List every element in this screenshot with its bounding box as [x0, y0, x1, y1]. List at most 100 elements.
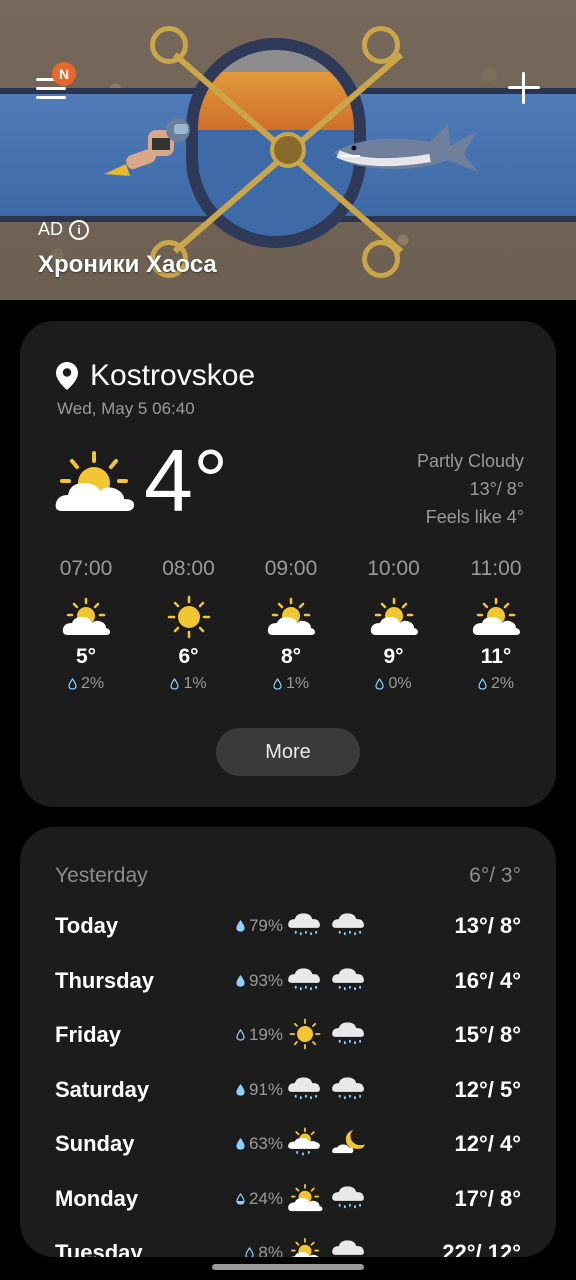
rain-chance: 91%	[248, 1079, 283, 1099]
rain-chance: 24%	[248, 1188, 283, 1208]
hour-rain: 2%	[56, 675, 116, 693]
rain-chance: 1%	[285, 675, 310, 692]
hour-temp: 9°	[383, 645, 404, 668]
info-icon[interactable]: i	[69, 219, 90, 240]
day-rain: 79%	[213, 916, 283, 936]
raindrop-icon	[236, 1138, 245, 1150]
day-temps: 15°/ 8°	[454, 1022, 521, 1047]
day-name: Sunday	[55, 1131, 135, 1156]
day-temps: 17°/ 8°	[454, 1185, 521, 1211]
daily-row[interactable]: Monday 24% 17°/ 8°	[55, 1180, 521, 1220]
current-datetime: Wed, May 5 06:40	[57, 399, 195, 418]
rain-chance: 19%	[248, 1025, 283, 1044]
location: Kostrovskoe	[56, 359, 255, 393]
ad-art-ring	[362, 26, 400, 64]
more-button[interactable]: More	[216, 728, 360, 776]
rain-chance: 93%	[248, 970, 283, 990]
day-rain: 91%	[213, 1080, 283, 1100]
home-indicator[interactable]	[212, 1264, 364, 1270]
raindrop-icon	[236, 1192, 245, 1205]
condition-text: Partly Cloudy	[416, 451, 524, 471]
day-temps: 12°/ 4°	[454, 1131, 521, 1156]
raindrop-icon	[478, 678, 487, 690]
sun-rain-icon	[288, 1127, 320, 1156]
location-pin-icon	[56, 362, 78, 390]
notification-badge: N	[52, 62, 76, 86]
partly-cloudy-icon	[291, 1238, 320, 1257]
rain-icon	[332, 967, 364, 990]
day-rain: 24%	[213, 1189, 283, 1209]
yesterday-temps: 6°/ 3°	[469, 864, 521, 887]
rain-icon	[332, 1076, 364, 1099]
daily-row[interactable]: Tuesday 8% 22°/ 12°	[55, 1234, 521, 1257]
hour-temp: 11°	[480, 645, 512, 668]
raindrop-icon	[273, 678, 282, 690]
daily-row[interactable]: Friday 19% 15°/ 8°	[55, 1016, 521, 1056]
rain-chance: 2%	[80, 675, 105, 692]
yesterday-label: Yesterday	[55, 864, 148, 887]
partly-cloudy-icon	[370, 597, 418, 635]
rain-icon	[332, 1185, 364, 1208]
raindrop-icon	[245, 1247, 255, 1257]
daily-row[interactable]: Today 79% 13°/ 8°	[55, 907, 521, 947]
hour-temp: 6°	[178, 645, 199, 668]
partly-cloudy-icon	[267, 597, 315, 635]
ad-label: AD i	[38, 219, 90, 240]
day-name: Thursday	[55, 967, 155, 993]
shark-illustration	[334, 124, 478, 172]
daily-forecast-card[interactable]: Yesterday 6°/ 3° Today 79% 13°/ 8° Thursday…	[20, 827, 556, 1257]
moon-cloud-icon	[332, 1129, 365, 1154]
day-temps: 13°/ 8°	[454, 913, 521, 938]
diver-illustration	[104, 118, 190, 176]
hourly-item: 09:00 8° 1%	[261, 557, 321, 693]
day-name: Today	[55, 913, 119, 938]
raindrop-icon	[375, 678, 385, 690]
add-location-icon[interactable]	[506, 70, 542, 106]
current-weather-card[interactable]: Kostrovskoe Wed, May 5 06:40 4° Partly C…	[20, 321, 556, 807]
rain-chance: 8%	[258, 1243, 283, 1257]
day-temps: 16°/ 4°	[454, 967, 521, 993]
hour-time: 08:00	[162, 557, 215, 580]
day-rain: 93%	[213, 971, 283, 991]
day-name: Monday	[55, 1185, 139, 1211]
high-low: 13°/ 8°	[469, 479, 524, 499]
daily-row[interactable]: Saturday 91% 12°/ 5°	[55, 1071, 521, 1111]
rain-icon	[332, 913, 364, 936]
rain-icon	[288, 1076, 320, 1099]
partly-cloudy-icon	[55, 451, 134, 511]
hourly-item: 10:00 9° 0%	[364, 557, 424, 693]
rain-icon	[332, 1022, 364, 1045]
day-name: Saturday	[55, 1076, 150, 1102]
hour-rain: 1%	[261, 675, 321, 693]
day-rain: 19%	[213, 1025, 283, 1045]
daily-row[interactable]: Thursday 93% 16°/ 4°	[55, 962, 521, 1002]
hour-rain: 0%	[364, 675, 424, 693]
hour-time: 10:00	[367, 557, 420, 580]
ad-banner[interactable]: N AD i Хроники Хаоса	[0, 0, 576, 300]
hour-rain: 1%	[159, 675, 219, 693]
day-name: Tuesday	[55, 1240, 143, 1257]
day-temps: 22°/ 12°	[442, 1240, 521, 1257]
hourly-item: 11:00 11° 2%	[466, 557, 526, 693]
raindrop-icon	[236, 1083, 245, 1096]
partly-cloudy-icon	[62, 597, 110, 635]
day-rain: 8%	[213, 1243, 283, 1257]
raindrop-icon	[68, 678, 77, 690]
feels-like: Feels like 4°	[425, 507, 524, 527]
hour-time: 07:00	[59, 557, 113, 580]
sunny-icon	[167, 595, 210, 639]
daily-row[interactable]: Sunday 63% 12°/ 4°	[55, 1125, 521, 1165]
hour-temp: 5°	[75, 645, 97, 668]
rain-chance: 79%	[248, 916, 283, 935]
ad-art-ring	[362, 240, 400, 278]
current-temperature: 4°	[144, 431, 229, 530]
hour-time: 09:00	[264, 557, 318, 580]
hourly-forecast[interactable]: 07:00 5° 2% 08:00 6° 1% 09:00 8° 1% 10:00 9° 0% 11:0…	[56, 557, 526, 693]
location-name: Kostrovskoe	[90, 359, 256, 392]
ad-text: AD	[38, 219, 64, 239]
raindrop-icon	[236, 974, 245, 987]
hour-temp: 8°	[280, 645, 302, 668]
hour-time: 11:00	[470, 557, 522, 580]
raindrop-icon	[236, 1029, 245, 1041]
hour-rain: 2%	[466, 675, 526, 693]
